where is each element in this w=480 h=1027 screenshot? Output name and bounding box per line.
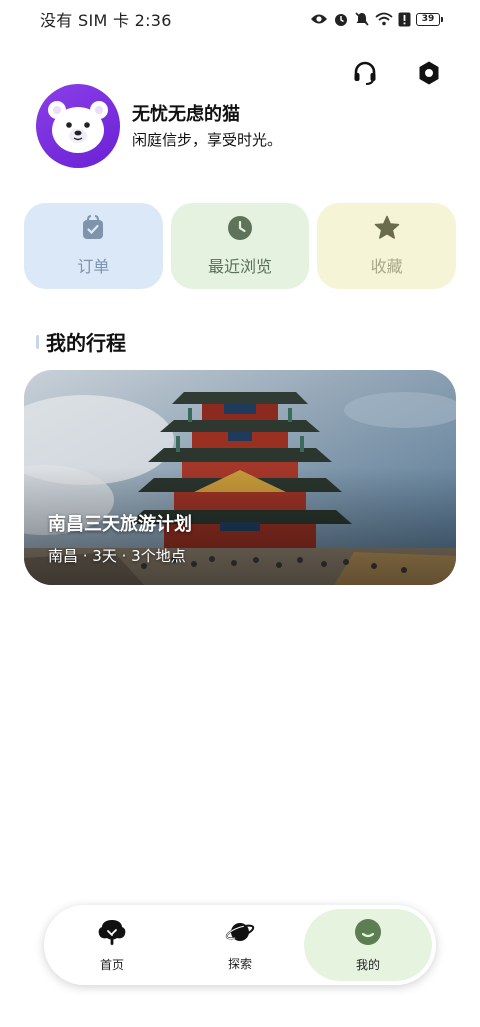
section-accent-bar (36, 334, 39, 349)
mute-icon (354, 11, 370, 27)
wifi-icon (375, 12, 393, 26)
my-trips-heading: 我的行程 (36, 327, 126, 356)
header-actions (352, 60, 442, 86)
recent-views-label: 最近浏览 (208, 257, 273, 276)
nav-explore[interactable]: 探索 (176, 909, 304, 981)
smile-icon (354, 918, 382, 950)
orders-button[interactable]: 订单 (24, 203, 163, 289)
recent-views-button[interactable]: 最近浏览 (170, 203, 310, 289)
shopping-bag-icon (81, 215, 105, 245)
profile-bio: 闲庭信步，享受时光。 (132, 130, 283, 149)
trip-title: 南昌三天旅游计划 (48, 514, 192, 535)
profile-name: 无忧无虑的猫 (132, 103, 240, 125)
headset-icon[interactable] (352, 60, 378, 86)
status-icons: 39 (310, 11, 443, 27)
nav-mine[interactable]: 我的 (304, 909, 432, 981)
nav-home[interactable]: 首页 (48, 909, 176, 981)
settings-icon[interactable] (416, 60, 442, 86)
favorites-label: 收藏 (370, 257, 403, 276)
trip-card[interactable]: 南昌三天旅游计划 南昌 · 3天 · 3个地点 (24, 370, 456, 585)
status-carrier-time: 没有 SIM 卡 2:36 (40, 11, 172, 30)
battery-icon: 39 (416, 12, 443, 26)
favorites-button[interactable]: 收藏 (317, 203, 457, 289)
profile-header[interactable]: 无忧无虑的猫 闲庭信步，享受时光。 (36, 84, 282, 168)
star-icon (374, 215, 400, 245)
tree-icon (97, 918, 127, 950)
alert-icon (398, 12, 411, 27)
planet-icon (225, 919, 255, 949)
nav-home-label: 首页 (99, 957, 124, 972)
quick-actions: 订单 最近浏览 收藏 (24, 203, 457, 289)
eye-icon (310, 13, 328, 25)
nav-explore-label: 探索 (227, 956, 252, 971)
section-title: 我的行程 (46, 331, 126, 355)
trip-meta: 南昌 · 3天 · 3个地点 (48, 547, 186, 565)
bottom-nav: 首页 探索 我的 (44, 905, 436, 985)
status-bar: 没有 SIM 卡 2:36 39 (0, 0, 480, 38)
clock-icon (227, 215, 253, 245)
orders-label: 订单 (77, 257, 110, 276)
polar-bear-avatar[interactable] (36, 84, 120, 168)
alarm-icon (333, 11, 349, 27)
nav-mine-label: 我的 (355, 957, 380, 972)
